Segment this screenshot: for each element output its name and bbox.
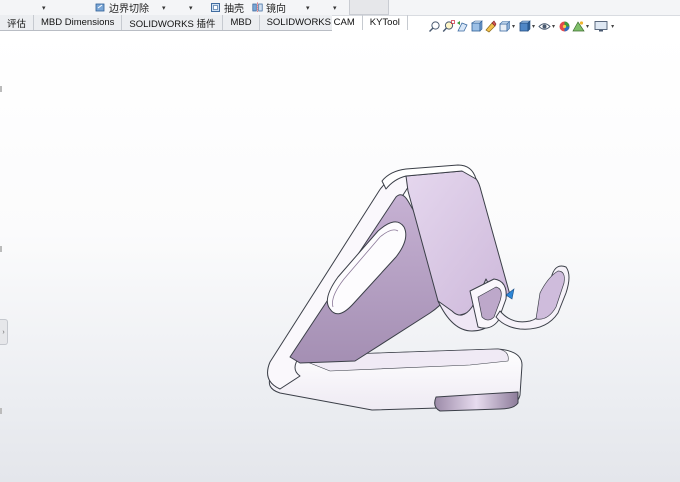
- display-style-button[interactable]: [518, 18, 531, 34]
- command-manager: ▾ 边界切除 ▾ ▾ 抽壳 镜向 ▾ ▾: [0, 0, 680, 16]
- boundary-cut-label: 边界切除: [109, 4, 149, 15]
- boundary-cut-button[interactable]: 边界切除: [95, 0, 149, 15]
- graphics-area[interactable]: ›: [0, 31, 680, 482]
- heads-up-view-toolbar: ▾ ▾ ▾ ▾ ▾: [428, 16, 616, 36]
- boundary-cut-icon: [95, 3, 105, 12]
- apply-scene-icon: [572, 20, 585, 31]
- mirror-label: 镜向: [266, 4, 286, 15]
- zoom-to-fit-button[interactable]: [428, 18, 441, 34]
- dynamic-annotation-view-icon: [485, 20, 497, 32]
- apply-scene-button[interactable]: [572, 18, 585, 34]
- view-settings-dropdown[interactable]: ▾: [611, 23, 614, 30]
- model-phone-stand[interactable]: [0, 31, 680, 482]
- front-lip-hook-face: [535, 270, 565, 320]
- dropdown-arrow-3[interactable]: ▾: [189, 0, 193, 15]
- hide-show-items-button[interactable]: [538, 18, 551, 34]
- dropdown-arrow-2[interactable]: ▾: [162, 0, 166, 15]
- selected-command-slot[interactable]: [349, 0, 389, 15]
- view-orientation-dropdown[interactable]: ▾: [512, 23, 515, 30]
- dropdown-arrow-4[interactable]: ▾: [306, 0, 310, 15]
- section-view-button[interactable]: [470, 18, 483, 34]
- shell-label: 抽壳: [224, 4, 244, 15]
- dynamic-annotation-view-button[interactable]: [484, 18, 497, 34]
- zoom-to-area-icon: [442, 19, 455, 32]
- apply-scene-dropdown[interactable]: ▾: [586, 23, 589, 30]
- mirror-button[interactable]: 镜向: [252, 0, 286, 15]
- zoom-to-fit-icon: [429, 20, 440, 32]
- tab-kytool[interactable]: KYTool: [363, 15, 408, 30]
- section-view-icon: [471, 19, 483, 32]
- tab-mbd-dimensions[interactable]: MBD Dimensions: [34, 15, 123, 30]
- command-manager-tabs: 评估 MBD Dimensions SOLIDWORKS 插件 MBD SOLI…: [0, 15, 408, 31]
- dropdown-arrow-5[interactable]: ▾: [333, 0, 337, 15]
- view-orientation-button[interactable]: [498, 18, 511, 34]
- view-settings-icon: [594, 20, 608, 31]
- view-settings-button[interactable]: [592, 18, 610, 34]
- dropdown-arrow-1[interactable]: ▾: [42, 0, 46, 15]
- tab-solidworks-addins[interactable]: SOLIDWORKS 插件: [122, 15, 224, 30]
- zoom-to-area-button[interactable]: [442, 18, 455, 34]
- display-style-dropdown[interactable]: ▾: [532, 23, 535, 30]
- tab-evaluate[interactable]: 评估: [0, 15, 35, 30]
- tab-mbd[interactable]: MBD: [223, 15, 260, 30]
- view-orientation-icon: [499, 20, 511, 32]
- edit-appearance-icon: [559, 21, 570, 31]
- display-style-icon: [519, 19, 531, 32]
- tab-solidworks-cam[interactable]: SOLIDWORKS CAM: [260, 15, 363, 30]
- previous-view-icon: [457, 20, 468, 31]
- previous-view-button[interactable]: [456, 18, 469, 34]
- mirror-icon: [252, 2, 263, 13]
- shell-button[interactable]: 抽壳: [210, 0, 244, 15]
- edit-appearance-button[interactable]: [558, 18, 571, 34]
- hide-show-items-icon: [538, 22, 551, 30]
- shell-icon: [211, 3, 220, 12]
- hide-show-items-dropdown[interactable]: ▾: [552, 23, 555, 30]
